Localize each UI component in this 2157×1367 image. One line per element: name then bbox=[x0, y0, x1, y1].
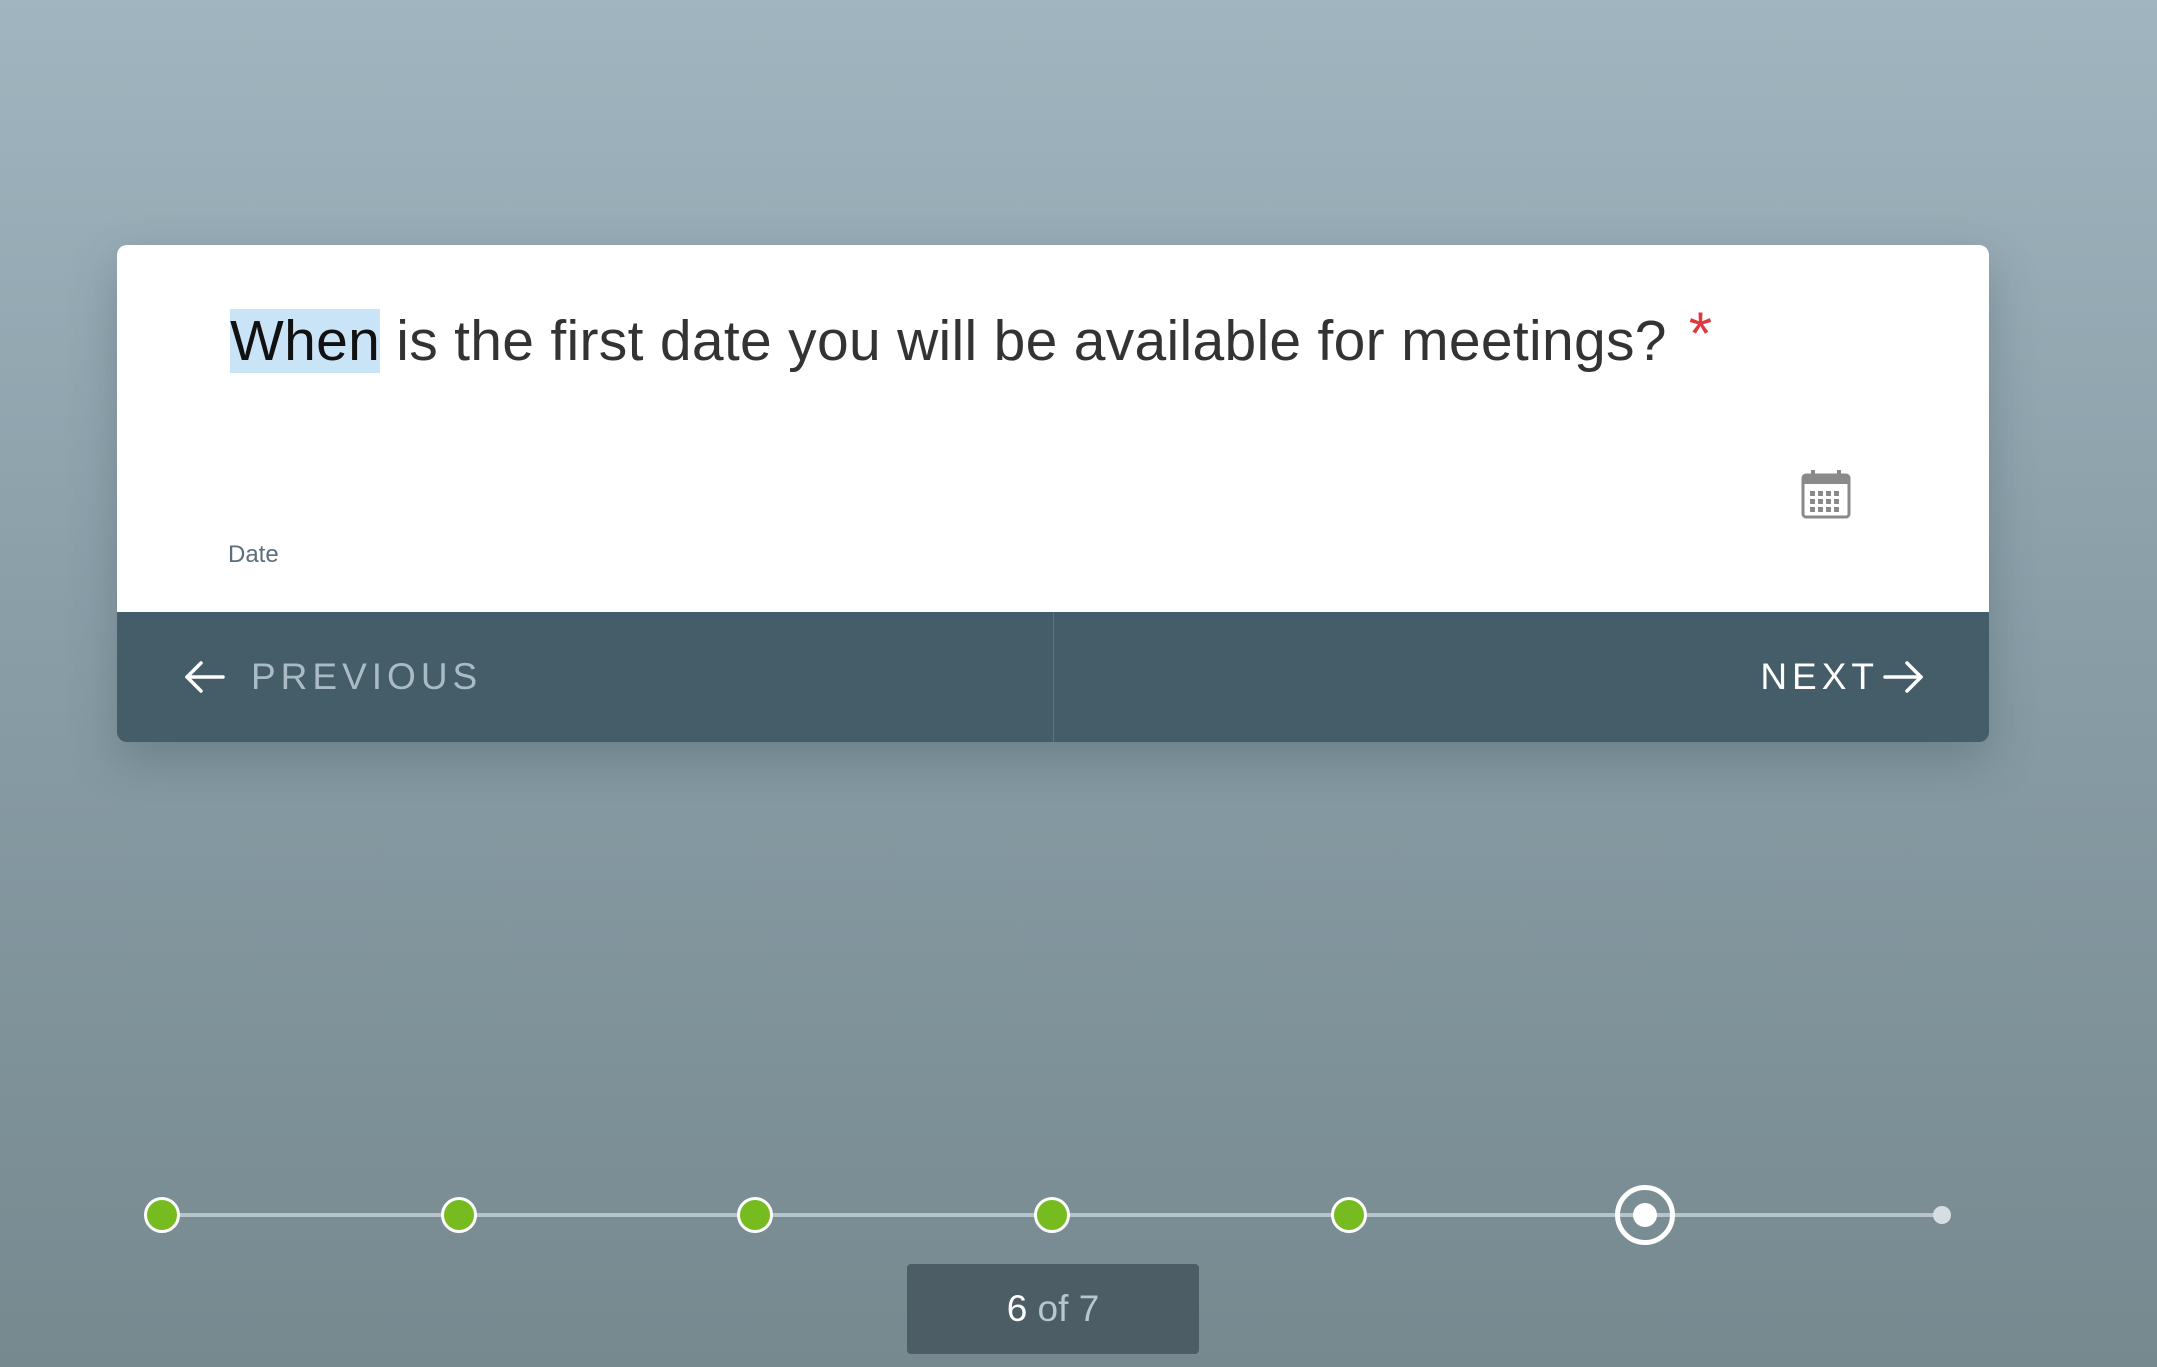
next-button[interactable]: NEXT bbox=[1054, 612, 1989, 742]
previous-button[interactable]: PREVIOUS bbox=[117, 612, 1053, 742]
question-rest: is the first date you will be available … bbox=[380, 309, 1667, 373]
required-marker: * bbox=[1688, 300, 1713, 367]
arrow-left-icon bbox=[185, 661, 225, 693]
progress-step-completed[interactable] bbox=[1034, 1197, 1070, 1233]
progress-step-completed[interactable] bbox=[440, 1197, 477, 1233]
navigation-bar: PREVIOUS NEXT bbox=[117, 612, 1989, 742]
question-card-body: When is the first date you will be avail… bbox=[117, 245, 1989, 612]
previous-button-label: PREVIOUS bbox=[251, 656, 483, 697]
page-counter: 6 of 7 bbox=[907, 1264, 1199, 1354]
question-card: When is the first date you will be avail… bbox=[117, 245, 1989, 742]
progress-step-completed[interactable] bbox=[737, 1197, 774, 1233]
page-counter-separator: of bbox=[1027, 1288, 1079, 1329]
next-button-label: NEXT bbox=[1760, 656, 1879, 697]
progress-step-current[interactable] bbox=[1615, 1185, 1676, 1245]
progress-step-upcoming[interactable] bbox=[1933, 1206, 1951, 1224]
calendar-icon[interactable] bbox=[1799, 467, 1853, 521]
question-highlighted-word: When bbox=[230, 309, 381, 373]
progress-step-completed[interactable] bbox=[144, 1197, 180, 1233]
page-counter-total: 7 bbox=[1078, 1288, 1100, 1329]
date-input[interactable] bbox=[227, 450, 1971, 512]
arrow-right-icon bbox=[1883, 661, 1923, 693]
progress-step-completed[interactable] bbox=[1330, 1197, 1367, 1233]
date-field-label: Date bbox=[228, 541, 279, 568]
question-text: When is the first date you will be avail… bbox=[230, 300, 1713, 378]
page-counter-current: 6 bbox=[1006, 1288, 1028, 1329]
